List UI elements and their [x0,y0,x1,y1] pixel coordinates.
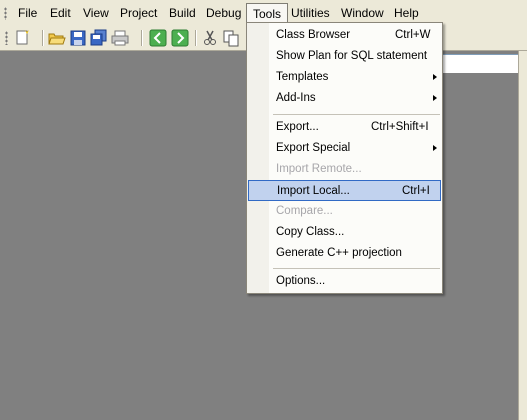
menu-item-templates[interactable]: Templates [247,67,442,88]
menu-item-shortcut: Ctrl+W [395,29,431,41]
menu-item-label: Compare... [276,205,333,217]
menu-item-export[interactable]: Export... Ctrl+Shift+I [247,117,442,138]
menu-item-generate-cpp[interactable]: Generate C++ projection [247,243,442,264]
submenu-arrow-icon [433,145,437,151]
new-file-icon[interactable] [14,29,32,47]
menu-item-shortcut: Ctrl+I [402,185,430,197]
copy-icon[interactable] [222,29,240,47]
right-panel-edge [518,51,527,420]
submenu-arrow-icon [433,74,437,80]
menu-item-copy-class[interactable]: Copy Class... [247,222,442,243]
toolbar-separator [141,30,143,46]
menu-item-label: Options... [276,275,326,287]
toolbar-field[interactable] [440,54,527,73]
toolbar-grip[interactable] [5,31,8,45]
toolbar-separator [195,30,197,46]
menu-item-label: Templates [276,71,329,83]
menu-item-class-browser[interactable]: Class Browser Ctrl+W [247,25,442,46]
menu-item-options[interactable]: Options... [247,271,442,292]
menubar-grip[interactable] [4,7,7,20]
menu-separator [273,268,440,269]
menu-item-label: Import Remote... [276,163,362,175]
menu-item-compare: Compare... [247,201,442,222]
toolbar-separator [42,30,44,46]
menu-item-import-local[interactable]: Import Local... Ctrl+I [248,180,441,201]
menu-item-label: Add-Ins [276,92,316,104]
menu-edit[interactable]: Edit [49,0,72,26]
tools-dropdown-menu: Class Browser Ctrl+W Show Plan for SQL s… [246,22,443,294]
cut-icon[interactable] [201,29,219,47]
print-icon[interactable] [111,29,129,47]
menu-item-label: Export Special [276,142,351,154]
forward-arrow-icon[interactable] [171,29,189,47]
menu-item-label: Class Browser [276,29,351,41]
menu-item-show-plan-sql[interactable]: Show Plan for SQL statement [247,46,442,67]
menu-project[interactable]: Project [119,0,158,26]
menu-view[interactable]: View [82,0,110,26]
menu-item-add-ins[interactable]: Add-Ins [247,88,442,109]
menu-item-label: Show Plan for SQL statement [276,50,428,62]
menu-item-label: Export... [276,121,319,133]
menu-item-shortcut: Ctrl+Shift+I [371,121,429,133]
menu-file[interactable]: File [17,0,38,26]
menu-item-label: Import Local... [277,185,350,197]
save-icon[interactable] [69,29,87,47]
menu-separator [273,114,440,115]
menu-item-import-remote: Import Remote... [247,159,442,180]
menu-tools[interactable]: Tools [246,3,289,23]
menu-debug[interactable]: Debug [205,0,242,26]
open-folder-icon[interactable] [48,29,66,47]
submenu-arrow-icon [433,95,437,101]
back-arrow-icon[interactable] [149,29,167,47]
menu-item-label: Copy Class... [276,226,345,238]
menu-item-label: Generate C++ projection [276,247,402,259]
save-all-icon[interactable] [90,29,108,47]
menu-item-export-special[interactable]: Export Special [247,138,442,159]
menu-build[interactable]: Build [168,0,197,26]
